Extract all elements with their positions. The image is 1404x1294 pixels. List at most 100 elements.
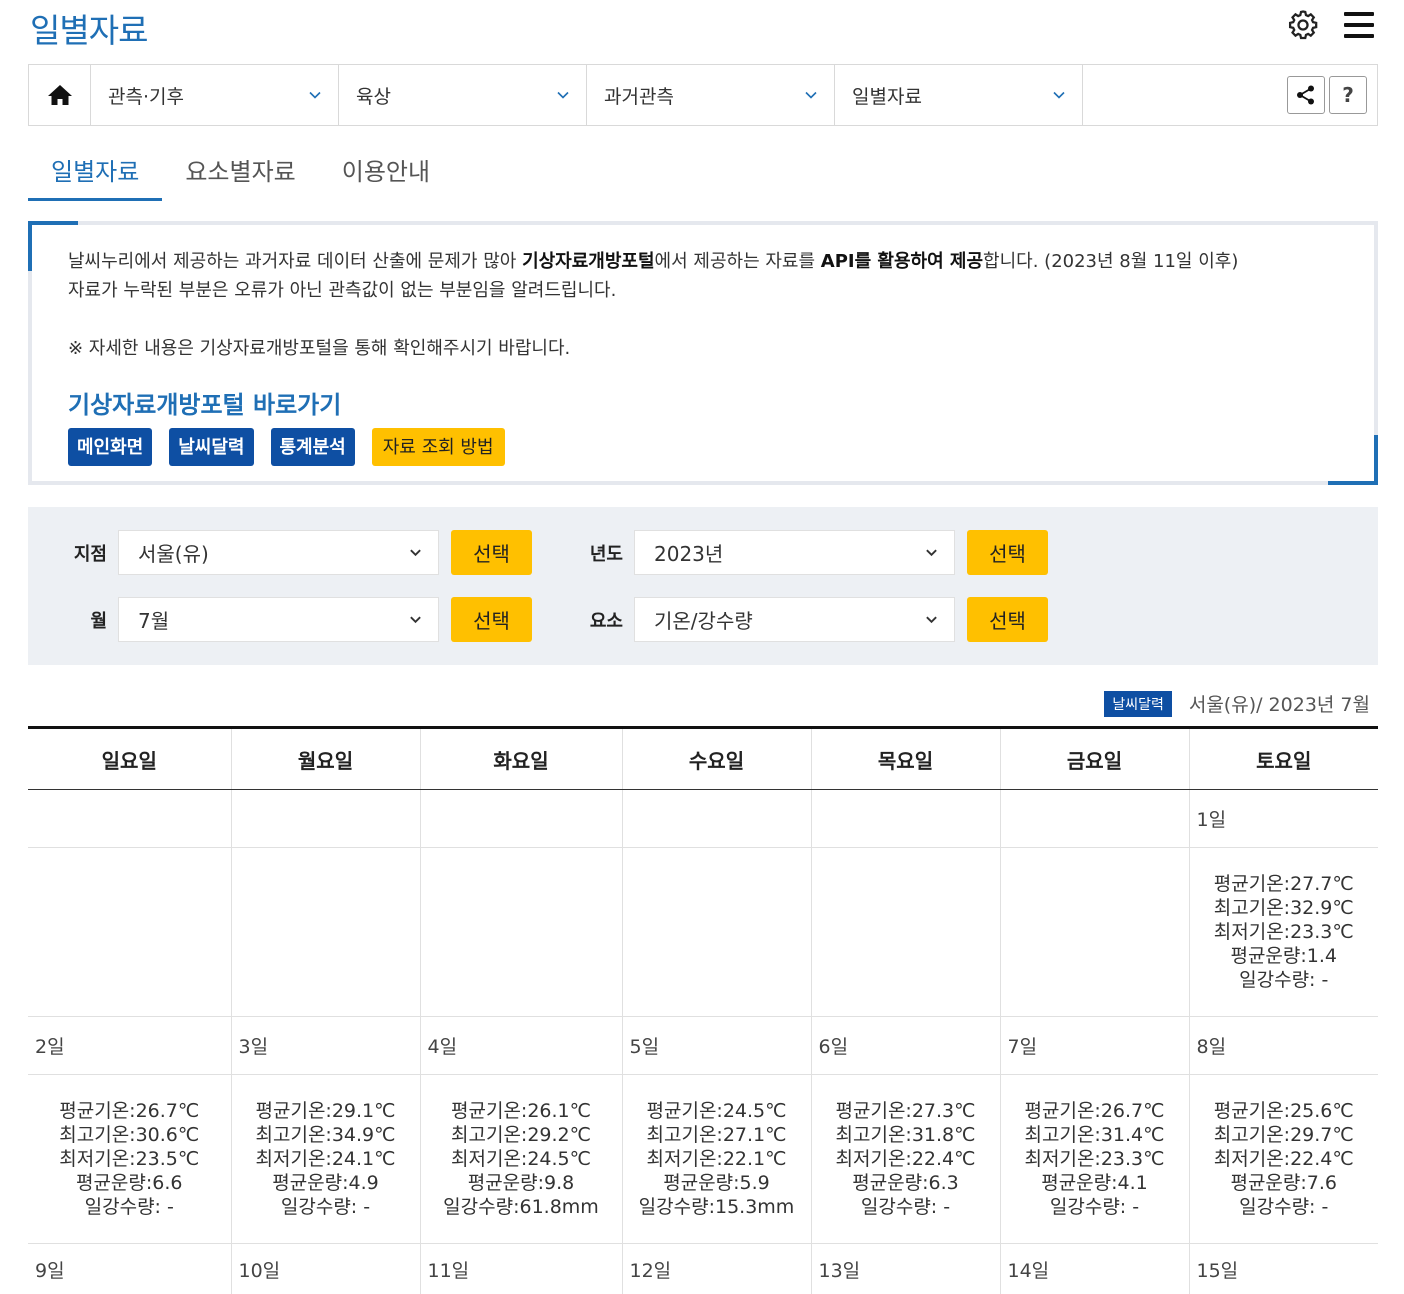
weather-stat-line: 일강수량: - (1239, 1196, 1329, 1218)
station-select-button[interactable]: 선택 (451, 530, 532, 575)
home-button[interactable] (29, 65, 91, 125)
year-select[interactable]: 2023년 (634, 530, 955, 575)
weather-stat-line: 최저기온:22.1℃ (646, 1148, 787, 1170)
chevron-down-icon (926, 549, 937, 557)
weather-stat-line: 일강수량: - (1239, 969, 1329, 991)
weekday-header: 일요일 (28, 726, 231, 790)
calendar-date-cell: 12일 (621, 1243, 811, 1294)
chevron-down-icon (557, 91, 569, 99)
calendar-data-cell (230, 847, 420, 1017)
weekday-header: 금요일 (999, 726, 1189, 790)
weekday-header: 수요일 (621, 726, 811, 790)
calendar-date-cell: 13일 (810, 1243, 1000, 1294)
nav-dropdown-label: 과거관측 (604, 85, 674, 108)
weather-stat-line: 일강수량: - (860, 1196, 951, 1218)
chevron-down-icon (410, 616, 421, 624)
nav-dropdown-past-observation[interactable]: 과거관측 (587, 65, 835, 125)
share-button[interactable] (1287, 76, 1325, 114)
calendar-date-cell: 15일 (1188, 1243, 1378, 1294)
weekday-header: 월요일 (230, 726, 420, 790)
nav-dropdown-category[interactable]: 관측·기후 (91, 65, 339, 125)
calendar-data-cell: 평균기온:27.7℃ 최고기온:32.9℃ 최저기온:23.3℃ 평균운량:1.4 일강… (1188, 847, 1378, 1017)
weather-calendar-button[interactable]: 날씨달력 (169, 428, 254, 466)
weather-stat-line: 최저기온:24.1℃ (255, 1148, 396, 1170)
notice-box: 날씨누리에서 제공하는 과거자료 데이터 산출에 문제가 많아 기상자료개방포털… (28, 221, 1378, 485)
element-select[interactable]: 기온/강수량 (634, 597, 955, 642)
nav-dropdown-label: 관측·기후 (108, 85, 184, 108)
notice-line-1: 날씨누리에서 제공하는 과거자료 데이터 산출에 문제가 많아 기상자료개방포털… (68, 251, 1239, 272)
search-panel: 지점 서울(유) 선택 년도 2023년 선택 월 7월 선택 요소 기온/강수… (28, 507, 1378, 665)
calendar-date-cell (230, 789, 420, 848)
calendar-date-cell: 11일 (419, 1243, 622, 1294)
calendar-date-cell: 1일 (1188, 789, 1378, 848)
breadcrumb-nav: 관측·기후 육상 과거관측 일별자료 ? (28, 64, 1378, 126)
weather-stat-line: 최고기온:27.1℃ (646, 1124, 787, 1146)
calendar-data-cell: 평균기온:26.1℃ 최고기온:29.2℃ 최저기온:24.5℃ 평균운량:9.8 일강… (419, 1074, 622, 1244)
calendar-date-cell: 9일 (35, 1260, 65, 1283)
year-select-button[interactable]: 선택 (967, 530, 1048, 575)
nav-dropdown-region[interactable]: 육상 (339, 65, 587, 125)
calendar-data-cell (419, 847, 622, 1017)
weather-stat-line: 최고기온:29.2℃ (451, 1124, 591, 1146)
month-select[interactable]: 7월 (118, 597, 439, 642)
main-page-button[interactable]: 메인화면 (68, 428, 153, 466)
chevron-down-icon (1053, 91, 1065, 99)
calendar-date-row: 1일 (28, 789, 1378, 848)
portal-link-title: 기상자료개방포털 바로가기 (68, 391, 342, 419)
nav-dropdown-daily-data[interactable]: 일별자료 (835, 65, 1083, 125)
tab-daily-data[interactable]: 일별자료 (28, 140, 163, 201)
calendar-data-cell: 평균기온:26.7℃ 최고기온:30.6℃ 최저기온:23.5℃ 평균운량:6.6 일강… (28, 1074, 231, 1244)
weather-stat-line: 평균운량:4.1 (1041, 1172, 1148, 1194)
calendar-date-cell: 3일 (230, 1016, 420, 1075)
hamburger-menu-icon[interactable] (1344, 10, 1374, 40)
calendar-date-cell: 14일 (999, 1243, 1189, 1294)
weather-stat-line: 평균기온:25.6℃ (1213, 1100, 1354, 1122)
calendar-date-cell: 10일 (230, 1243, 420, 1294)
month-label: 월 (90, 610, 107, 632)
element-select-button[interactable]: 선택 (967, 597, 1048, 642)
tab-bar: 일별자료 요소별자료 이용안내 (28, 140, 453, 201)
weather-stat-line: 평균운량:7.6 (1230, 1172, 1338, 1194)
tab-element-data[interactable]: 요소별자료 (162, 140, 318, 201)
calendar-data-row: 평균기온:27.7℃ 최고기온:32.9℃ 최저기온:23.3℃ 평균운량:1.4 일강… (28, 847, 1378, 1017)
weekday-header: 토요일 (1188, 726, 1378, 790)
calendar-date-cell (810, 789, 1000, 848)
weather-stat-line: 평균기온:26.7℃ (1024, 1100, 1165, 1122)
weather-stat-line: 평균운량:5.9 (663, 1172, 770, 1194)
statistics-button[interactable]: 통계분석 (270, 428, 355, 466)
tab-usage-guide[interactable]: 이용안내 (319, 140, 453, 201)
chevron-down-icon (410, 549, 421, 557)
weather-calendar-badge: 날씨달력 (1104, 690, 1172, 717)
calendar-caption-text: 서울(유)/ 2023년 7월 (1188, 694, 1370, 716)
calendar-date-cell: 7일 (999, 1016, 1189, 1075)
weather-stat-line: 최고기온:30.6℃ (59, 1124, 200, 1146)
calendar-date-row: 2일 3일 4일 5일 6일 7일 8일 (28, 1016, 1378, 1075)
weather-stat-line: 일강수량: - (280, 1196, 371, 1218)
calendar-data-row: 평균기온:26.7℃ 최고기온:30.6℃ 최저기온:23.5℃ 평균운량:6.6 일강… (28, 1074, 1378, 1244)
weather-stat-line: 최고기온:34.9℃ (255, 1124, 396, 1146)
calendar-date-row: 9일 10일 11일 12일 13일 14일 15일 (28, 1243, 1378, 1294)
weather-stat-line: 일강수량: - (84, 1196, 174, 1218)
weather-stat-line: 평균기온:29.1℃ (255, 1100, 396, 1122)
weather-stat-line: 최저기온:22.4℃ (835, 1148, 976, 1170)
help-button[interactable]: ? (1329, 76, 1367, 114)
station-label: 지점 (73, 543, 107, 565)
gear-icon[interactable] (1286, 8, 1320, 42)
calendar-date-cell: 2일 (28, 1016, 231, 1075)
weather-stat-line: 평균운량:4.9 (272, 1172, 379, 1194)
month-select-button[interactable]: 선택 (451, 597, 532, 642)
weather-stat-line: 평균기온:26.1℃ (451, 1100, 591, 1122)
chevron-down-icon (805, 91, 817, 99)
weather-stat-line: 평균기온:24.5℃ (646, 1100, 787, 1122)
weekday-header: 화요일 (419, 726, 622, 790)
weather-stat-line: 평균운량:6.3 (852, 1172, 959, 1194)
weather-stat-line: 일강수량: - (1049, 1196, 1140, 1218)
station-select[interactable]: 서울(유) (118, 530, 439, 575)
weather-stat-line: 최고기온:31.8℃ (835, 1124, 976, 1146)
notice-line-2: 자료가 누락된 부분은 오류가 아닌 관측값이 없는 부분임을 알려드립니다. (68, 280, 617, 301)
nav-dropdown-label: 일별자료 (852, 85, 922, 108)
weather-stat-line: 최고기온:31.4℃ (1024, 1124, 1165, 1146)
data-query-guide-button[interactable]: 자료 조회 방법 (371, 428, 505, 466)
weather-stat-line: 평균기온:26.7℃ (59, 1100, 200, 1122)
year-label: 년도 (589, 543, 623, 565)
